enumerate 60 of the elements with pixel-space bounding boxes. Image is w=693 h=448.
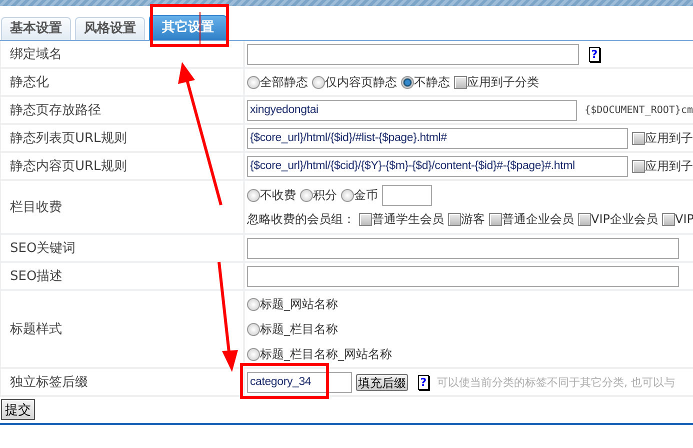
input-field[interactable]: category_34	[247, 372, 352, 392]
fill-suffix-button[interactable]: 填充后缀	[356, 374, 408, 390]
checkbox[interactable]	[632, 160, 645, 172]
field-label: 静态页存放路径	[10, 102, 101, 119]
checkbox[interactable]	[359, 212, 372, 226]
tab[interactable]: 风格设置	[75, 17, 145, 40]
checkbox-label: 游客	[461, 210, 485, 228]
checkbox[interactable]	[632, 132, 645, 144]
group-label: 忽略收费的会员组：	[247, 210, 355, 228]
radio-button[interactable]	[300, 188, 313, 202]
field-label: 静态内容页URL规则	[10, 158, 127, 175]
radio-label: 仅内容页静态	[325, 74, 397, 90]
radio-button[interactable]	[312, 76, 325, 88]
checkbox[interactable]	[662, 212, 675, 226]
checkbox-label: 应用到子分类	[467, 74, 539, 90]
checkbox-label: 应用到子	[645, 158, 693, 174]
field-label: 标题样式	[10, 321, 62, 338]
radio-label: 不收费	[260, 186, 296, 204]
field-label: SEO描述	[10, 268, 63, 285]
field-label: 静态列表页URL规则	[10, 130, 127, 147]
radio-label: 标题_栏目名称_网站名称	[260, 346, 392, 362]
input-field[interactable]	[247, 266, 679, 286]
checkbox-label: 应用到子	[645, 130, 693, 146]
help-icon[interactable]: ?	[418, 374, 429, 390]
field-label: 栏目收费	[10, 199, 62, 216]
checkbox[interactable]	[489, 212, 502, 226]
field-label: SEO关键词	[10, 240, 76, 257]
help-icon[interactable]: ?	[589, 46, 600, 62]
checkbox[interactable]	[448, 212, 461, 226]
radio-label: 不静态	[414, 74, 450, 90]
field-label: 独立标签后缀	[10, 374, 88, 391]
radio-label: 标题_网站名称	[260, 296, 338, 312]
checkbox-label: VIP企业会员	[591, 210, 658, 228]
radio-button[interactable]	[401, 76, 414, 88]
checkbox[interactable]	[578, 212, 591, 226]
radio-button[interactable]	[247, 298, 260, 310]
submit-button[interactable]: 提交	[1, 399, 35, 420]
checkbox-label: 普通学生会员	[372, 210, 444, 228]
radio-button[interactable]	[247, 348, 260, 360]
path-note: {$DOCUMENT_ROOT}cm	[584, 104, 693, 116]
radio-label: 全部静态	[260, 74, 308, 90]
radio-button[interactable]	[247, 188, 260, 202]
radio-label: 积分	[313, 186, 337, 204]
input-field[interactable]	[382, 184, 432, 206]
tab[interactable]: 基本设置	[1, 17, 71, 40]
field-label: 静态化	[10, 74, 49, 91]
radio-button[interactable]	[341, 188, 354, 202]
input-field[interactable]: xingyedongtai	[247, 100, 577, 120]
checkbox-label: 普通企业会员	[502, 210, 574, 228]
radio-label: 标题_栏目名称	[260, 320, 338, 338]
radio-button[interactable]	[247, 76, 260, 88]
radio-button[interactable]	[247, 322, 260, 336]
input-field[interactable]	[247, 238, 679, 258]
input-field[interactable]: {$core_url}/html/{$cid}/{$Y}-{$m}-{$d}/content-{$id}#-{$page}#.html	[247, 156, 628, 176]
input-field[interactable]: {$core_url}/html/{$id}/#list-{$page}.html#	[247, 128, 628, 148]
checkbox[interactable]	[454, 76, 467, 88]
radio-label: 金币	[354, 186, 378, 204]
field-label: 绑定域名	[10, 46, 62, 63]
hint-text: 可以使当前分类的标签不同于其它分类, 也可以与	[437, 374, 675, 390]
input-field[interactable]	[247, 44, 579, 64]
